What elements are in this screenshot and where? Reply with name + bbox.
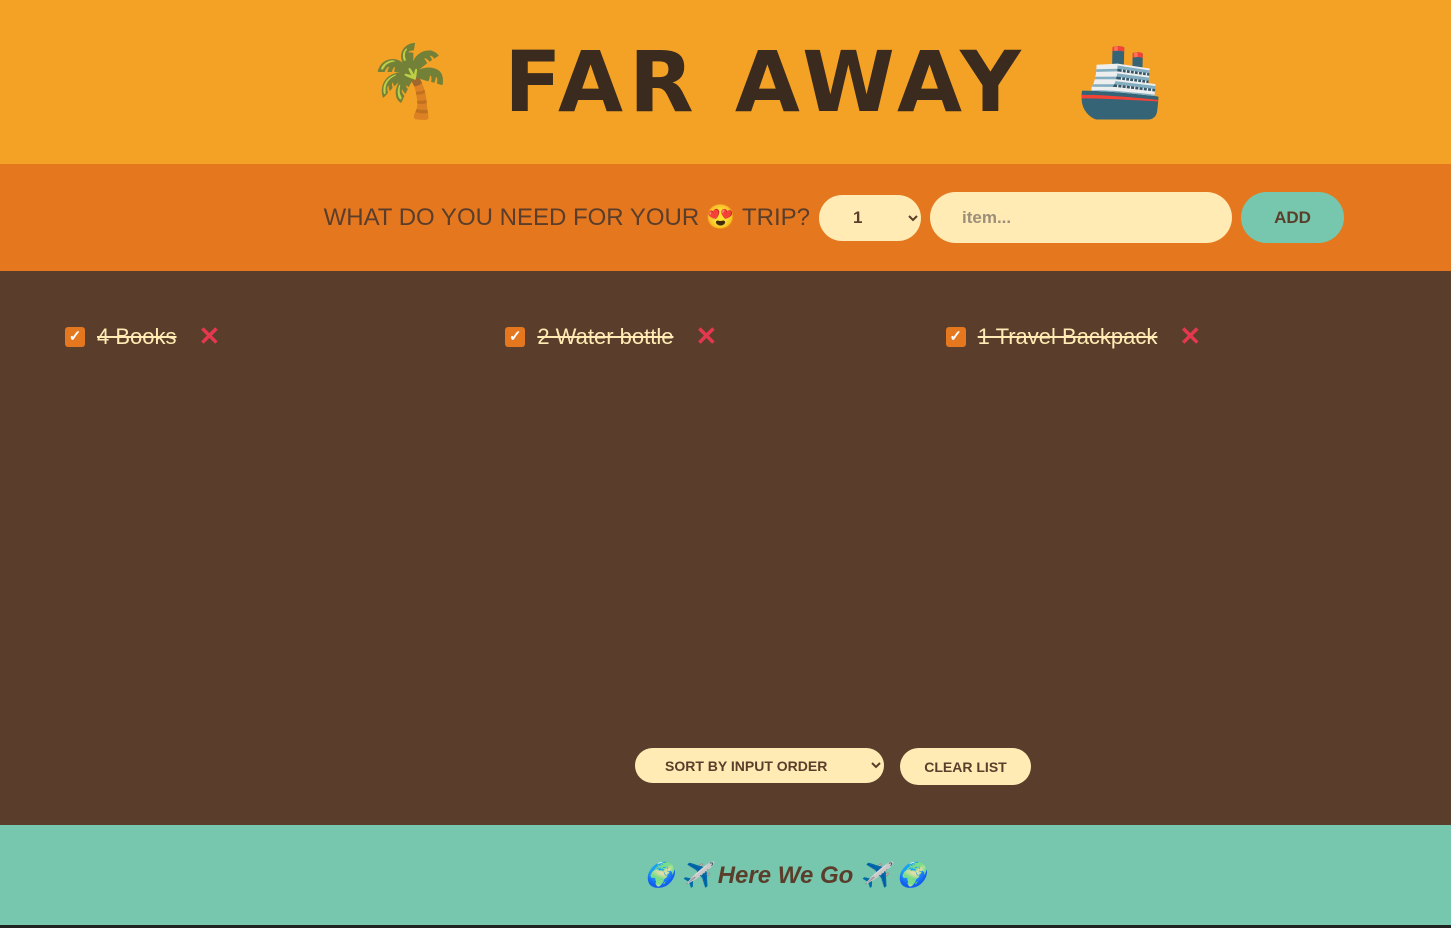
item-text: 2 Water bottle: [537, 323, 674, 349]
add-button[interactable]: ADD: [1241, 192, 1344, 243]
packed-checkbox[interactable]: ✓: [945, 326, 966, 347]
delete-icon[interactable]: ✕: [695, 321, 717, 352]
list-item: ✓ 2 Water bottle ✕: [505, 321, 945, 352]
footer: 🌍 ✈️ Here We Go ✈️ 🌍: [0, 825, 1451, 928]
list-item: ✓ 1 Travel Backpack ✕: [945, 321, 1386, 352]
sort-select[interactable]: SORT BY INPUT ORDER: [635, 748, 884, 783]
list-actions: SORT BY INPUT ORDER CLEAR LIST: [635, 748, 1031, 785]
footer-text: 🌍 ✈️ Here We Go ✈️ 🌍: [644, 861, 927, 889]
item-input[interactable]: [930, 192, 1232, 243]
packed-checkbox[interactable]: ✓: [505, 326, 526, 347]
delete-icon[interactable]: ✕: [1179, 321, 1201, 352]
delete-icon[interactable]: ✕: [199, 321, 221, 352]
packed-checkbox[interactable]: ✓: [65, 326, 85, 347]
item-text: 1 Travel Backpack: [977, 323, 1158, 349]
header: 🌴 FAR AWAY 🚢: [0, 0, 1451, 164]
add-item-form: WHAT DO YOU NEED FOR YOUR 😍 TRIP? 1 ADD: [0, 164, 1451, 271]
item-text: 4 Books: [97, 323, 177, 349]
packing-list: ✓ 4 Books ✕ ✓ 2 Water bottle ✕ ✓ 1 Trave…: [0, 271, 1451, 825]
clear-list-button[interactable]: CLEAR LIST: [900, 748, 1031, 785]
ship-icon: 🚢: [1076, 42, 1164, 120]
app-title: FAR AWAY: [504, 33, 1027, 131]
quantity-select[interactable]: 1: [819, 194, 921, 241]
palm-tree-icon: 🌴: [367, 42, 455, 120]
form-question: WHAT DO YOU NEED FOR YOUR 😍 TRIP?: [323, 204, 810, 231]
list-item: ✓ 4 Books ✕: [65, 321, 505, 352]
